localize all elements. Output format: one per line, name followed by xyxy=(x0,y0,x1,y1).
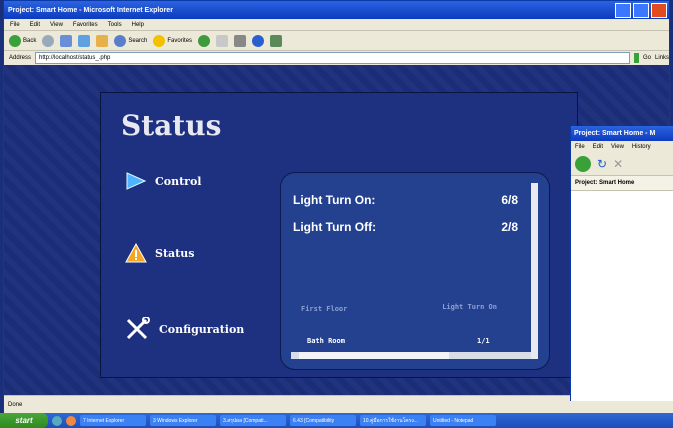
status-info-box: Light Turn On: 6/8 Light Turn Off: 2/8 F… xyxy=(281,173,549,369)
table-header-light: Light Turn On xyxy=(442,303,497,311)
menu-view[interactable]: View xyxy=(50,22,63,28)
menu-edit[interactable]: Edit xyxy=(30,22,40,28)
status-text: Done xyxy=(8,402,23,408)
favorites-button[interactable]: Favorites xyxy=(153,34,193,47)
ff-menu-history[interactable]: History xyxy=(632,144,651,150)
stop-icon[interactable]: ✕ xyxy=(613,157,623,171)
ff-menu-file[interactable]: File xyxy=(575,144,585,150)
summary-on-label: Light Turn On: xyxy=(293,193,376,207)
forward-arrow-icon[interactable] xyxy=(42,34,55,47)
tools-icon xyxy=(126,317,150,340)
firefox-nav-bar: ↻ ✕ xyxy=(571,153,673,176)
bluetooth-icon[interactable] xyxy=(252,34,265,47)
vertical-scrollbar[interactable] xyxy=(531,183,538,359)
go-button[interactable]: Go xyxy=(643,55,651,61)
favorites-label: Favorites xyxy=(167,37,193,44)
refresh-icon[interactable] xyxy=(78,34,91,47)
nav-control-label: Control xyxy=(155,174,202,188)
nav-status-label: Status xyxy=(155,246,195,260)
menu-favorites[interactable]: Favorites xyxy=(73,22,98,28)
summary-on-value: 6/8 xyxy=(501,193,518,207)
firefox-tab[interactable]: Project: Smart Home xyxy=(571,176,673,191)
search-button[interactable]: Search xyxy=(114,34,148,47)
address-bar: Address http://localhost/status_.php Go … xyxy=(4,51,669,66)
taskbar-item[interactable]: 7 Internet Explorer xyxy=(80,415,146,426)
search-icon xyxy=(114,34,127,47)
ie-toolbar: Back Search Favorites xyxy=(4,31,669,51)
nav-control[interactable]: Control xyxy=(125,171,201,191)
summary-off-value: 2/8 xyxy=(501,220,518,234)
links-label[interactable]: Links xyxy=(655,55,669,61)
firefox-tab-label: Project: Smart Home xyxy=(575,180,635,186)
ff-menu-edit[interactable]: Edit xyxy=(593,144,603,150)
back-button[interactable]: Back xyxy=(9,34,37,47)
taskbar: start 7 Internet Explorer 3 Windows Expl… xyxy=(0,413,673,428)
firefox-title-bar: Project: Smart Home - M xyxy=(571,126,673,141)
menu-tools[interactable]: Tools xyxy=(108,22,122,28)
minimize-icon[interactable] xyxy=(615,2,631,18)
search-label: Search xyxy=(128,37,148,44)
home-icon[interactable] xyxy=(96,34,109,47)
mail-icon[interactable] xyxy=(216,34,229,47)
taskbar-item[interactable]: Untitled - Notepad xyxy=(430,415,496,426)
menu-file[interactable]: File xyxy=(10,22,20,28)
quicklaunch-icon[interactable] xyxy=(52,415,62,426)
table-cell-room: Bath Room xyxy=(307,337,345,345)
quicklaunch-icon[interactable] xyxy=(66,415,76,426)
back-arrow-icon[interactable] xyxy=(575,156,591,172)
taskbar-item[interactable]: 6.43 [Compatibility xyxy=(290,415,356,426)
smart-home-panel: Status Control Status Configuration Ligh… xyxy=(100,92,578,378)
page-title: Status xyxy=(121,109,222,142)
nav-status[interactable]: Status xyxy=(125,243,194,263)
horizontal-scrollbar[interactable] xyxy=(291,352,531,359)
address-input[interactable]: http://localhost/status_.php xyxy=(35,52,631,64)
start-button[interactable]: start xyxy=(0,413,48,428)
nav-configuration[interactable]: Configuration xyxy=(125,317,244,341)
taskbar-item[interactable]: 3 Windows Explorer xyxy=(150,415,216,426)
back-arrow-icon xyxy=(9,34,21,47)
nav-configuration-label: Configuration xyxy=(159,322,245,336)
horizontal-scroll-thumb[interactable] xyxy=(299,352,449,359)
taskbar-item[interactable]: 10.คู่มือการใช้งานโครง... xyxy=(360,415,426,426)
address-label: Address xyxy=(9,55,32,61)
table-header-floor: First Floor xyxy=(301,305,348,313)
history-icon[interactable] xyxy=(198,34,211,47)
messenger-icon[interactable] xyxy=(270,34,283,47)
menu-help[interactable]: Help xyxy=(132,22,144,28)
print-icon[interactable] xyxy=(234,34,247,47)
window-controls xyxy=(615,2,669,18)
close-icon[interactable] xyxy=(651,2,667,18)
ie-window-title: Project: Smart Home - Microsoft Internet… xyxy=(8,6,173,14)
play-triangle-icon xyxy=(126,172,147,190)
go-icon[interactable] xyxy=(634,53,639,63)
firefox-menu-bar: File Edit View History xyxy=(571,141,673,153)
ie-menu-bar: File Edit View Favorites Tools Help xyxy=(4,19,669,31)
summary-off-label: Light Turn Off: xyxy=(293,220,377,234)
taskbar-item[interactable]: 3.สรุปผล [Compati... xyxy=(220,415,286,426)
ie-title-bar: Project: Smart Home - Microsoft Internet… xyxy=(4,1,669,19)
ff-menu-view[interactable]: View xyxy=(611,144,624,150)
warning-icon xyxy=(125,243,147,263)
back-label: Back xyxy=(23,37,37,44)
firefox-window-title: Project: Smart Home - M xyxy=(574,130,656,137)
reload-icon[interactable]: ↻ xyxy=(597,157,607,171)
firefox-window: Project: Smart Home - M File Edit View H… xyxy=(570,126,673,401)
stop-icon[interactable] xyxy=(60,34,73,47)
summary-row-on: Light Turn On: 6/8 xyxy=(293,193,518,207)
maximize-icon[interactable] xyxy=(633,2,649,18)
star-icon xyxy=(153,34,166,47)
summary-row-off: Light Turn Off: 2/8 xyxy=(293,220,518,234)
table-cell-value: 1/1 xyxy=(477,337,490,345)
